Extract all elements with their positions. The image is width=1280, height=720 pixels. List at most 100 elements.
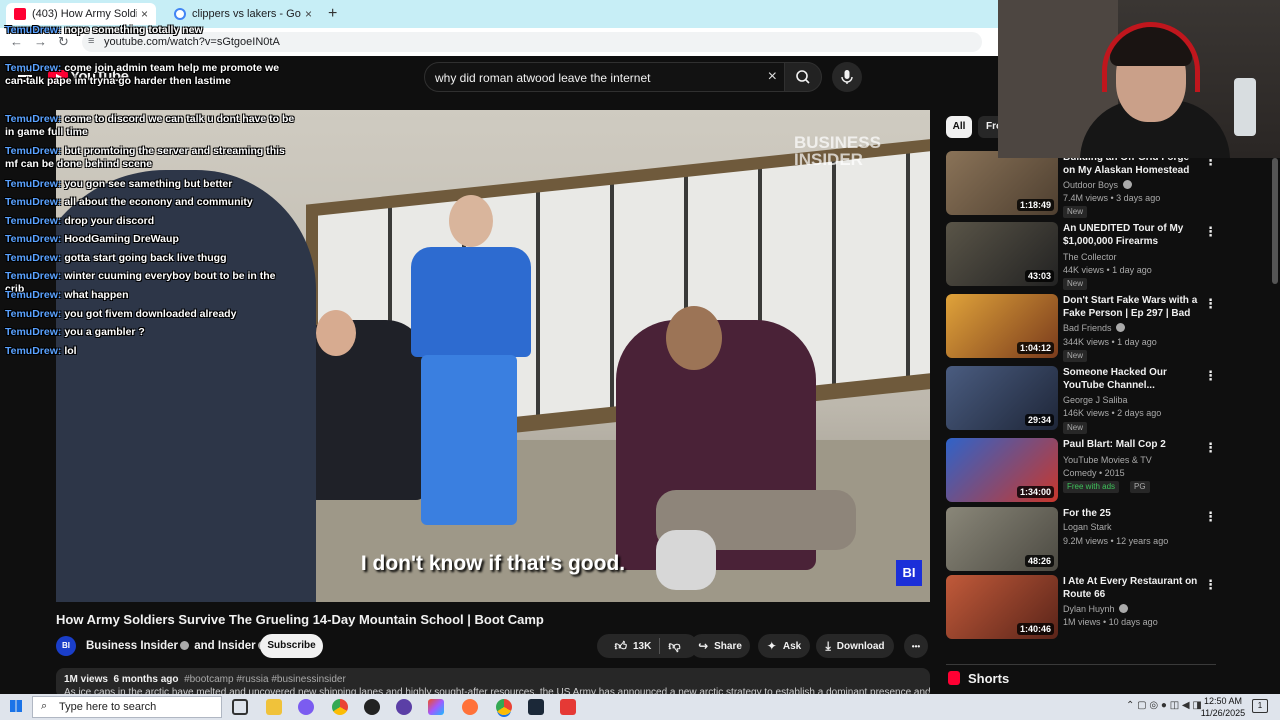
video-thumbnail[interactable]: 48:26 [946, 507, 1058, 571]
duration-badge: 48:26 [1024, 555, 1054, 567]
chat-message: TemuDrew: gotta start going back live th… [5, 252, 227, 264]
recommended-video[interactable]: 1:18:49 Building an Off-Grid Forge on My… [946, 151, 1217, 218]
channel-watermark-logo[interactable]: BI [896, 560, 922, 586]
recommended-title[interactable]: Someone Hacked Our YouTube Channel... [1063, 366, 1201, 392]
recommended-title[interactable]: Don't Start Fake Wars with a Fake Person… [1063, 294, 1201, 320]
app-icon[interactable] [560, 699, 576, 715]
channel-name[interactable]: Business Insider and Insider [86, 640, 269, 652]
video-person-seated-right [616, 306, 856, 570]
video-thumbnail[interactable]: 1:18:49 [946, 151, 1058, 215]
tab-google-search[interactable]: clippers vs lakers - Google Sear × [166, 3, 320, 25]
more-actions-button[interactable]: ••• [904, 634, 928, 658]
duration-badge: 1:40:46 [1016, 623, 1054, 635]
duration-badge: 43:03 [1024, 270, 1054, 282]
verified-icon [1119, 604, 1129, 613]
recommended-stats: 7.4M views • 3 days ago [1063, 193, 1161, 203]
tab-youtube[interactable]: (403) How Army Soldier × [6, 3, 156, 25]
recommended-channel[interactable]: YouTube Movies & TV [1063, 455, 1203, 465]
app-icon[interactable] [364, 699, 380, 715]
kebab-menu-icon[interactable]: ⋮ [1204, 296, 1217, 312]
thumbs-down-icon[interactable]: 👎︎ [668, 639, 680, 654]
obs-icon[interactable] [396, 699, 412, 715]
notifications-icon[interactable]: 1 [1252, 699, 1268, 713]
chrome-active-icon[interactable] [496, 699, 512, 715]
windows-start-icon[interactable] [10, 700, 22, 712]
chip-all[interactable]: All [946, 116, 972, 138]
recommended-video[interactable]: 1:04:12 Don't Start Fake Wars with a Fak… [946, 294, 1217, 362]
clock[interactable]: 12:50 AM 11/26/2025 [1198, 695, 1248, 719]
verified-icon [1116, 323, 1126, 332]
recommended-stats: 146K views • 2 days ago [1063, 408, 1162, 418]
thumbs-up-icon[interactable]: 👍︎ [614, 639, 627, 654]
chat-message: TemuDrew: you got fivem downloaded alrea… [5, 308, 237, 320]
search-query: why did roman atwood leave the internet [435, 71, 651, 85]
share-button[interactable]: ↪ Share [690, 634, 750, 658]
webcam-bottle [1234, 78, 1256, 136]
close-tab-icon[interactable]: × [305, 7, 312, 21]
figma-icon[interactable] [428, 699, 444, 715]
recommended-video[interactable]: 1:34:00 Paul Blart: Mall Cop 2 YouTube M… [946, 438, 1217, 502]
recommended-video[interactable]: 29:34 Someone Hacked Our YouTube Channel… [946, 366, 1217, 434]
video-thumbnail[interactable]: 43:03 [946, 222, 1058, 286]
windows-taskbar: ⌕ Type here to search ⌃ ▢ ◎ ● ◫ ◀ ◨ 12:5… [0, 694, 1280, 720]
steam-icon[interactable] [528, 699, 544, 715]
video-thumbnail[interactable]: 1:34:00 [946, 438, 1058, 502]
kebab-menu-icon[interactable]: ⋮ [1204, 577, 1217, 593]
recommended-channel[interactable]: The Collector [1063, 252, 1203, 262]
recommended-title[interactable]: Paul Blart: Mall Cop 2 [1063, 438, 1201, 451]
kebab-menu-icon[interactable]: ⋮ [1204, 224, 1217, 240]
app-icon[interactable] [298, 699, 314, 715]
recommended-title[interactable]: I Ate At Every Restaurant on Route 66 [1063, 575, 1201, 601]
search-input[interactable]: why did roman atwood leave the internet … [424, 62, 786, 92]
video-thumbnail[interactable]: 1:04:12 [946, 294, 1058, 358]
channel-avatar[interactable]: BI [56, 636, 76, 656]
like-dislike-pill[interactable]: 👍︎ 13K 👎︎ [597, 634, 698, 658]
recommended-channel[interactable]: Outdoor Boys [1063, 180, 1203, 190]
divider [659, 638, 661, 654]
kebab-menu-icon[interactable]: ⋮ [1204, 440, 1217, 456]
download-button[interactable]: ⤓ Download [816, 634, 894, 658]
video-thumbnail[interactable]: 1:40:46 [946, 575, 1058, 639]
recommended-stats: 1M views • 10 days ago [1063, 617, 1158, 627]
clear-search-icon[interactable]: × [768, 68, 777, 86]
tab-title: clippers vs lakers - Google Sear [192, 8, 301, 20]
kebab-menu-icon[interactable]: ⋮ [1204, 509, 1217, 525]
recommended-channel[interactable]: George J Saliba [1063, 395, 1203, 405]
system-tray[interactable]: ⌃ ▢ ◎ ● ◫ ◀ ◨ [1126, 700, 1202, 711]
recommended-channel[interactable]: Dylan Huynh [1063, 604, 1203, 614]
microphone-icon [841, 70, 853, 84]
new-badge: New [1063, 206, 1088, 218]
recommended-video[interactable]: 1:40:46 I Ate At Every Restaurant on Rou… [946, 575, 1217, 639]
file-explorer-icon[interactable] [266, 699, 282, 715]
recommended-stats: 44K views • 1 day ago [1063, 265, 1152, 275]
google-favicon-icon [174, 8, 186, 20]
chat-message: TemuDrew: lol [5, 345, 77, 357]
kebab-menu-icon[interactable]: ⋮ [1204, 368, 1217, 384]
video-watermark: BUSINESS INSIDER [794, 133, 881, 169]
recommended-channel[interactable]: Bad Friends [1063, 323, 1203, 333]
recommended-title[interactable]: For the 25 [1063, 507, 1201, 520]
subscribe-button[interactable]: Subscribe [260, 634, 323, 658]
new-badge: New [1063, 278, 1088, 290]
close-tab-icon[interactable]: × [141, 7, 148, 21]
new-badge: New [1063, 350, 1088, 362]
search-button[interactable] [784, 62, 822, 92]
recommended-video[interactable]: 43:03 An UNEDITED Tour of My $1,000,000 … [946, 222, 1217, 290]
shorts-section-header[interactable]: Shorts [946, 664, 1216, 688]
recommended-title[interactable]: An UNEDITED Tour of My $1,000,000 Firear… [1063, 222, 1201, 248]
task-view-icon[interactable] [232, 699, 248, 715]
url-text: youtube.com/watch?v=sGtgoeIN0tA [104, 36, 280, 48]
ask-button[interactable]: ✦ Ask [758, 634, 810, 658]
new-tab-button[interactable]: + [328, 5, 337, 23]
taskbar-search-input[interactable]: ⌕ Type here to search [32, 696, 222, 718]
video-thumbnail[interactable]: 29:34 [946, 366, 1058, 430]
recommended-channel[interactable]: Logan Stark [1063, 522, 1203, 532]
hashtags[interactable]: #bootcamp #russia #businessinsider [184, 674, 346, 685]
firefox-icon[interactable] [462, 699, 478, 715]
video-title: How Army Soldiers Survive The Grueling 1… [56, 612, 544, 627]
chrome-icon[interactable] [332, 699, 348, 715]
tab-title: (403) How Army Soldier [32, 8, 137, 20]
voice-search-button[interactable] [832, 62, 862, 92]
page-scrollbar[interactable] [1272, 158, 1278, 284]
recommended-video[interactable]: 48:26 For the 25 Logan Stark 9.2M views … [946, 507, 1217, 571]
